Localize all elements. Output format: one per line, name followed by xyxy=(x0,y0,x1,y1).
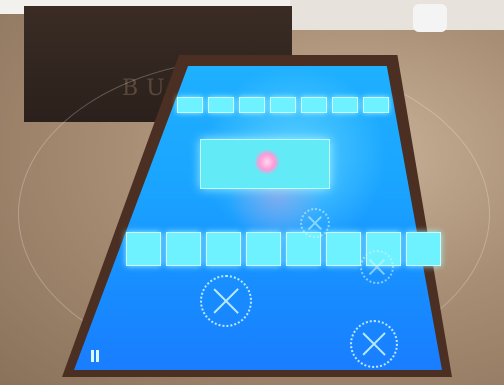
photo-scene: BU xyxy=(0,0,504,385)
tile[interactable] xyxy=(239,97,265,113)
tile[interactable] xyxy=(208,97,234,113)
tile[interactable] xyxy=(166,232,201,266)
background-pillar xyxy=(413,4,447,32)
snowflake-icon xyxy=(200,275,252,327)
tile[interactable] xyxy=(206,232,241,266)
snowflake-icon xyxy=(350,320,398,368)
tile[interactable] xyxy=(406,232,441,266)
tile[interactable] xyxy=(326,232,361,266)
snowflake-icon xyxy=(360,250,394,284)
bottom-tile-row xyxy=(126,232,441,266)
flower-glow-icon xyxy=(255,150,279,174)
center-panel[interactable] xyxy=(200,139,330,189)
tile[interactable] xyxy=(363,97,389,113)
tile[interactable] xyxy=(126,232,161,266)
menu-icon[interactable] xyxy=(91,350,101,362)
tile[interactable] xyxy=(246,232,281,266)
background-wall-right xyxy=(290,0,504,30)
tile[interactable] xyxy=(177,97,203,113)
tile[interactable] xyxy=(270,97,296,113)
tile[interactable] xyxy=(332,97,358,113)
top-tile-row xyxy=(177,97,389,113)
snowflake-icon xyxy=(300,208,330,238)
tile[interactable] xyxy=(301,97,327,113)
